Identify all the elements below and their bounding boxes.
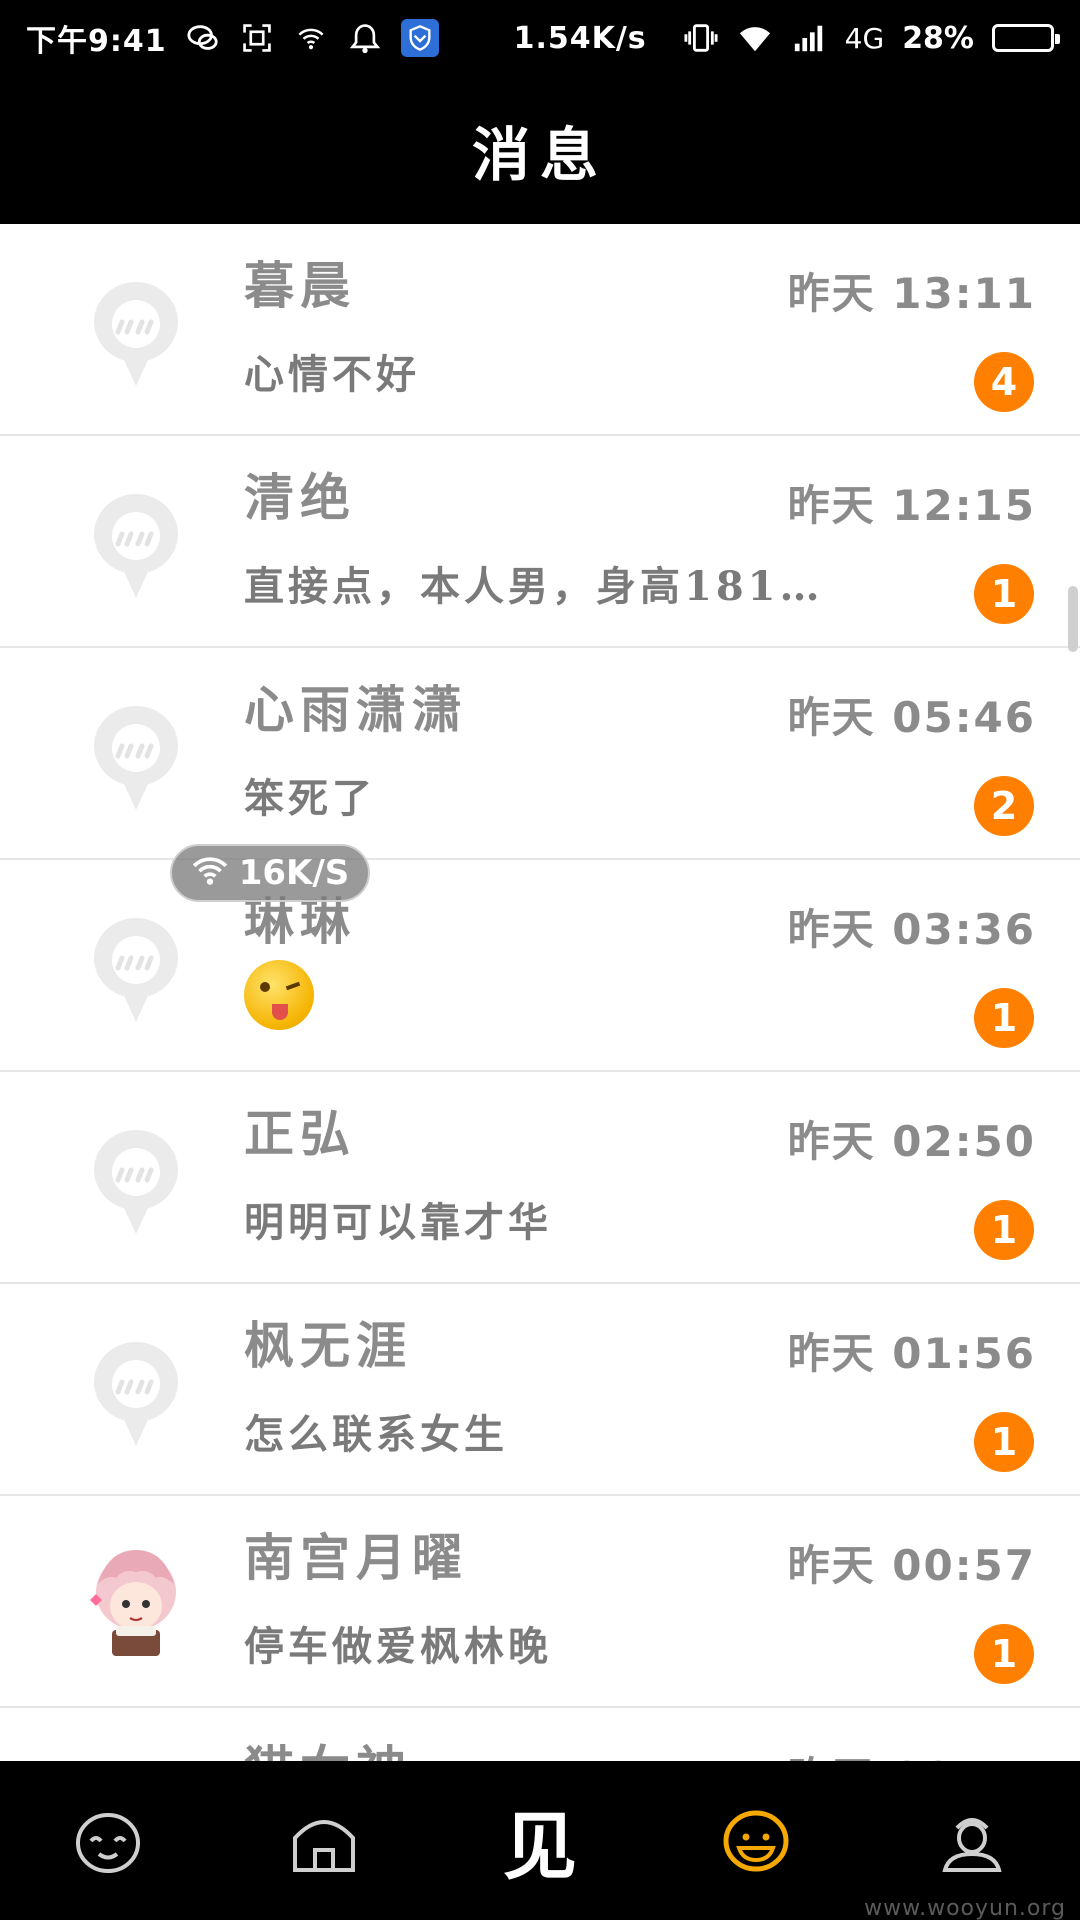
status-time: 下午9:41 bbox=[26, 24, 167, 59]
watermark: www.wooyun.org bbox=[864, 1896, 1066, 1920]
conversation-time: 昨天 00:57 bbox=[787, 1541, 1036, 1590]
conversation-name: 正弘 bbox=[244, 1104, 356, 1163]
wifi-icon bbox=[191, 850, 229, 897]
battery-percent: 28% bbox=[902, 20, 974, 56]
status-bar: 下午9:41 1.54K/s 4G 28% bbox=[0, 0, 1080, 76]
conversation-item[interactable]: 清绝 昨天 12:15 直接点，本人男，身高181… 1 bbox=[0, 436, 1080, 648]
conversation-preview: 怎么联系女生 bbox=[244, 1411, 508, 1458]
conversation-name: 枫无涯 bbox=[244, 1316, 412, 1375]
conversation-time: 昨天 00:21 bbox=[788, 1744, 1036, 1761]
status-left: 下午9:41 bbox=[26, 16, 439, 60]
speed-overlay-text: 16K/S bbox=[238, 853, 350, 893]
speed-overlay[interactable]: 16K/S bbox=[170, 844, 370, 902]
scrollbar[interactable] bbox=[1068, 586, 1078, 652]
conversation-name: 心雨潇潇 bbox=[244, 680, 468, 739]
house-icon bbox=[293, 1819, 355, 1872]
default-avatar-icon[interactable] bbox=[84, 696, 188, 818]
chat-face-icon bbox=[723, 1810, 789, 1871]
battery-icon bbox=[992, 24, 1060, 52]
conversation-preview: 明明可以靠才华 bbox=[244, 1199, 552, 1246]
wifi-signal-icon bbox=[293, 20, 329, 56]
network-speed: 1.54K/s bbox=[513, 20, 647, 56]
chat-bubble-icon bbox=[185, 20, 221, 56]
default-avatar-icon[interactable] bbox=[84, 1120, 188, 1242]
conversation-name: 清绝 bbox=[244, 468, 356, 527]
wifi-icon bbox=[737, 20, 773, 56]
nav-jian[interactable]: 见 bbox=[480, 1781, 600, 1901]
conversation-name: 猫女神 bbox=[244, 1730, 412, 1761]
conversation-preview: 停车做爱枫林晚 bbox=[244, 1623, 552, 1670]
conversation-time: 昨天 13:11 bbox=[787, 269, 1036, 318]
conversation-preview: 直接点，本人男，身高181… bbox=[244, 563, 824, 610]
nav-messages[interactable] bbox=[696, 1781, 816, 1901]
screenshot-icon bbox=[239, 20, 275, 56]
default-avatar-icon[interactable] bbox=[84, 272, 188, 394]
conversation-item[interactable]: 琳琳 昨天 03:36 1 bbox=[0, 860, 1080, 1072]
conversation-time: 昨天 01:56 bbox=[787, 1329, 1036, 1378]
conversation-name: 南宫月曜 bbox=[244, 1528, 468, 1587]
unread-badge: 1 bbox=[974, 564, 1034, 624]
conversation-time: 昨天 05:46 bbox=[787, 693, 1036, 742]
network-type: 4G bbox=[844, 21, 885, 55]
notification-bell-icon bbox=[347, 20, 383, 56]
unread-badge: 1 bbox=[974, 988, 1034, 1048]
conversation-time: 昨天 03:36 bbox=[787, 905, 1036, 954]
unread-badge: 1 bbox=[974, 1412, 1034, 1472]
unread-badge: 2 bbox=[974, 776, 1034, 836]
avatar-image[interactable] bbox=[84, 1544, 188, 1666]
status-right: 1.54K/s 4G 28% bbox=[513, 20, 1060, 56]
conversation-item[interactable]: 正弘 昨天 02:50 明明可以靠才华 1 bbox=[0, 1072, 1080, 1284]
nav-home[interactable] bbox=[48, 1781, 168, 1901]
wink-tongue-emoji-icon bbox=[244, 960, 314, 1030]
nav-profile[interactable] bbox=[912, 1781, 1032, 1901]
conversation-preview bbox=[244, 960, 904, 1030]
nav-jian-label: 见 bbox=[503, 1804, 577, 1890]
conversation-preview: 心情不好 bbox=[244, 351, 420, 398]
conversation-preview: 笨死了 bbox=[244, 775, 376, 822]
conversation-item[interactable]: 南宫月曜 昨天 00:57 停车做爱枫林晚 1 bbox=[0, 1496, 1080, 1708]
conversation-time: 昨天 12:15 bbox=[787, 481, 1036, 530]
vibrate-icon bbox=[683, 20, 719, 56]
conversation-item[interactable]: 心雨潇潇 昨天 05:46 笨死了 2 bbox=[0, 648, 1080, 860]
conversation-item[interactable]: 枫无涯 昨天 01:56 怎么联系女生 1 bbox=[0, 1284, 1080, 1496]
unread-badge: 1 bbox=[974, 1200, 1034, 1260]
conversation-name: 暮晨 bbox=[244, 256, 356, 315]
person-icon bbox=[942, 1817, 1002, 1872]
smile-face-icon bbox=[76, 1812, 140, 1873]
default-avatar-icon[interactable] bbox=[84, 1332, 188, 1454]
unread-badge: 1 bbox=[974, 1624, 1034, 1684]
conversation-list[interactable]: 暮晨 昨天 13:11 心情不好 4 清绝 昨天 12:15 直接点，本人男，身高181… 1… bbox=[0, 224, 1080, 1761]
app-header: 消息 bbox=[0, 76, 1080, 224]
cell-signal-icon bbox=[791, 20, 827, 56]
conversation-time: 昨天 02:50 bbox=[787, 1117, 1036, 1166]
default-avatar-icon[interactable] bbox=[84, 484, 188, 606]
page-title: 消息 bbox=[471, 121, 608, 189]
default-avatar-icon[interactable] bbox=[84, 908, 188, 1030]
conversation-item[interactable]: 猫女神 昨天 00:21 bbox=[0, 1708, 1080, 1761]
nav-discover[interactable] bbox=[264, 1781, 384, 1901]
shield-icon bbox=[400, 19, 439, 57]
unread-badge: 4 bbox=[974, 352, 1034, 412]
conversation-item[interactable]: 暮晨 昨天 13:11 心情不好 4 bbox=[0, 224, 1080, 436]
